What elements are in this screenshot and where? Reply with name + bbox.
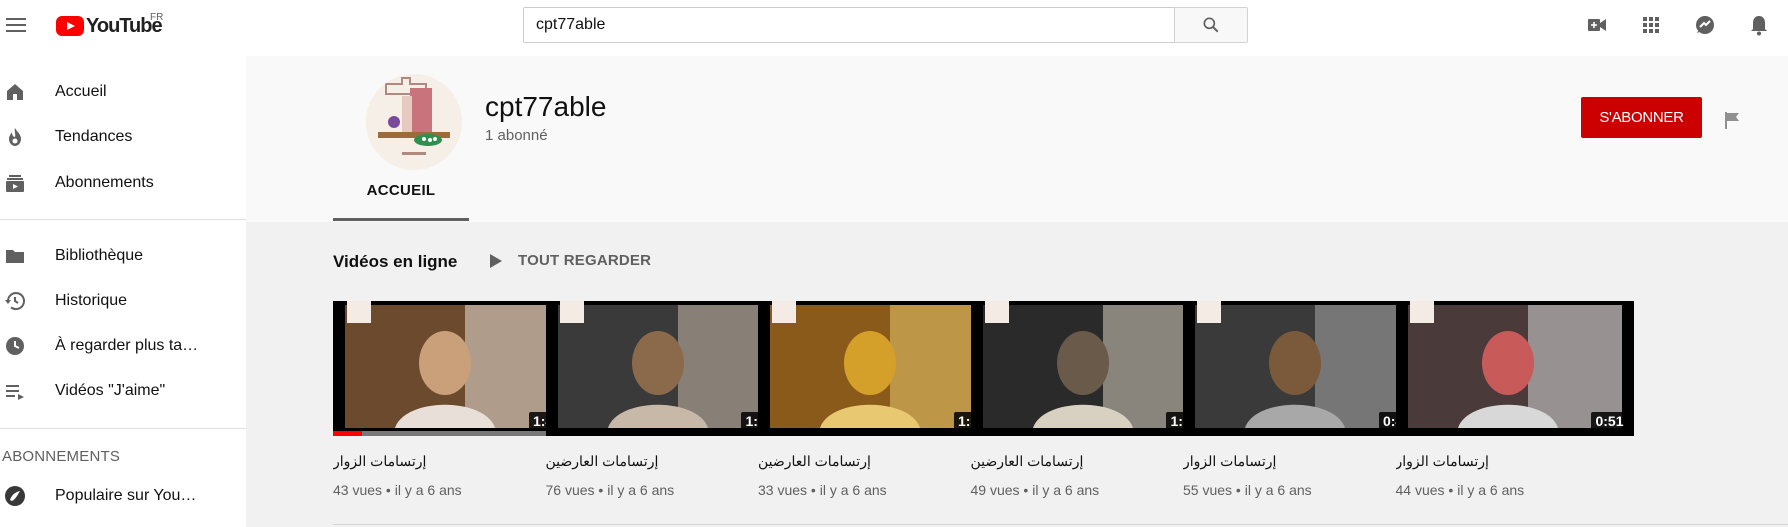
sidebar-item-label: Tendances [55, 128, 133, 145]
video-card[interactable]: 1:45 إرتسامات الزوار 43 vues • il y a 6 an… [333, 301, 571, 498]
video-thumbnail[interactable]: 1:45 [333, 301, 571, 436]
menu-icon[interactable] [4, 14, 28, 38]
search-button[interactable] [1174, 7, 1248, 43]
video-title[interactable]: إرتسامات الزوار [333, 453, 571, 473]
sidebar-item-label: Bibliothèque [55, 247, 144, 264]
video-title[interactable]: إرتسامات الزوار [1183, 453, 1421, 473]
main-content: cpt77able 1 abonné S'ABONNER ACCUEIL Vid… [246, 56, 1788, 527]
sidebar-item-subscriptions[interactable]: Abonnements [0, 163, 246, 203]
sidebar-item-label: Accueil [55, 83, 107, 100]
search-icon [1203, 17, 1219, 33]
home-icon [7, 84, 23, 100]
sidebar-subscription-popular[interactable]: Populaire sur You… [0, 476, 246, 516]
play-all-label: TOUT REGARDER [518, 252, 652, 269]
top-bar: YouTube FR [0, 0, 1788, 56]
subscriptions-icon [6, 175, 24, 192]
video-meta: 44 vues • il y a 6 ans [1395, 482, 1525, 498]
folder-icon [6, 250, 24, 263]
progress-track [333, 431, 571, 436]
channel-header: cpt77able 1 abonné S'ABONNER ACCUEIL [246, 56, 1788, 222]
channel-watermark [347, 301, 371, 323]
video-card[interactable]: 0:51 إرتسامات الزوار 44 vues • il y a 6 an… [1395, 301, 1634, 498]
channel-logo-icon [366, 74, 462, 170]
watch-progress [333, 431, 362, 436]
video-camera-icon[interactable] [1585, 13, 1609, 37]
search-bar [523, 7, 1248, 43]
sidebar-item-label: À regarder plus ta… [55, 337, 199, 354]
video-title[interactable]: إرتسامات العارضين [971, 453, 1209, 473]
video-thumbnail[interactable]: 1:14 [545, 301, 784, 436]
tab-home-indicator [333, 218, 469, 221]
video-thumbnail[interactable]: 0:51 [1395, 301, 1634, 436]
history-icon [5, 292, 25, 311]
sidebar: Accueil Tendances Abonnements Bibliothèq… [0, 56, 246, 527]
video-title[interactable]: إرتسامات العارضين [546, 453, 784, 473]
youtube-logo[interactable]: YouTube FR [56, 12, 164, 38]
channel-watermark [1197, 301, 1221, 323]
playlist-icon [6, 385, 24, 400]
video-card[interactable]: 1:39 إرتسامات العارضين 33 vues • il y a 6 … [758, 301, 996, 498]
thumbnail-image [557, 305, 772, 428]
sidebar-divider [0, 428, 246, 429]
thumbnail-image [982, 305, 1197, 428]
video-thumbnail[interactable]: 0:45 [1183, 301, 1421, 436]
video-title[interactable]: إرتسامات الزوار [1396, 453, 1634, 473]
video-card[interactable]: 0:45 إرتسامات الزوار 55 vues • il y a 6 an… [1183, 301, 1421, 498]
sidebar-item-label: Historique [55, 292, 128, 309]
channel-watermark [772, 301, 796, 323]
sidebar-item-home[interactable]: Accueil [0, 72, 246, 112]
video-title[interactable]: إرتسامات العارضين [758, 453, 996, 473]
play-icon [490, 253, 504, 269]
sidebar-item-library[interactable]: Bibliothèque [0, 236, 246, 276]
video-card[interactable]: 1:41 إرتسامات العارضين 49 vues • il y a 6 … [970, 301, 1209, 498]
video-duration: 0:51 [1591, 412, 1628, 430]
sidebar-divider [0, 219, 246, 220]
thumbnail-image [1407, 305, 1622, 428]
sidebar-item-watch-later[interactable]: À regarder plus ta… [0, 326, 246, 366]
section-divider [333, 524, 1788, 525]
flag-icon[interactable] [1720, 108, 1744, 132]
clock-icon [6, 337, 24, 355]
video-thumbnail[interactable]: 1:41 [970, 301, 1209, 436]
thumbnail-image [345, 305, 559, 428]
channel-name: cpt77able [485, 91, 607, 122]
video-meta: 55 vues • il y a 6 ans [1183, 482, 1312, 498]
notifications-bell-icon[interactable] [1747, 13, 1771, 37]
video-thumbnail[interactable]: 1:39 [758, 301, 996, 436]
logo-region: FR [150, 12, 164, 23]
popular-icon [5, 486, 25, 506]
thumbnail-image [1195, 305, 1409, 428]
video-meta: 43 vues • il y a 6 ans [333, 482, 462, 498]
subscribe-button[interactable]: S'ABONNER [1581, 97, 1702, 138]
video-meta: 49 vues • il y a 6 ans [970, 482, 1100, 498]
search-input[interactable] [523, 7, 1174, 43]
channel-watermark [984, 301, 1009, 323]
video-meta: 33 vues • il y a 6 ans [758, 482, 887, 498]
section-title: Vidéos en ligne [333, 252, 458, 271]
messages-icon[interactable] [1693, 13, 1717, 37]
channel-watermark [1409, 301, 1434, 323]
thumbnail-image [770, 305, 984, 428]
subscriptions-heading: ABONNEMENTS [2, 448, 121, 465]
sidebar-item-label: Abonnements [55, 174, 154, 191]
play-all-button[interactable]: TOUT REGARDER [490, 252, 651, 269]
sidebar-item-history[interactable]: Historique [0, 281, 246, 321]
sidebar-item-label: Vidéos "J'aime" [55, 382, 166, 399]
sidebar-item-trending[interactable]: Tendances [0, 117, 246, 157]
video-meta: 76 vues • il y a 6 ans [545, 482, 675, 498]
flame-icon [9, 128, 21, 146]
apps-grid-icon[interactable] [1639, 13, 1663, 37]
sidebar-item-label: Populaire sur You… [55, 487, 197, 504]
youtube-play-icon [56, 16, 84, 36]
tab-home[interactable]: ACCUEIL [333, 166, 469, 214]
subscriber-count: 1 abonné [485, 127, 548, 144]
video-card[interactable]: 1:14 إرتسامات العارضين 76 vues • il y a 6 … [545, 301, 784, 498]
channel-avatar[interactable] [366, 74, 462, 170]
sidebar-item-liked-videos[interactable]: Vidéos "J'aime" [0, 371, 246, 411]
channel-watermark [559, 301, 584, 323]
